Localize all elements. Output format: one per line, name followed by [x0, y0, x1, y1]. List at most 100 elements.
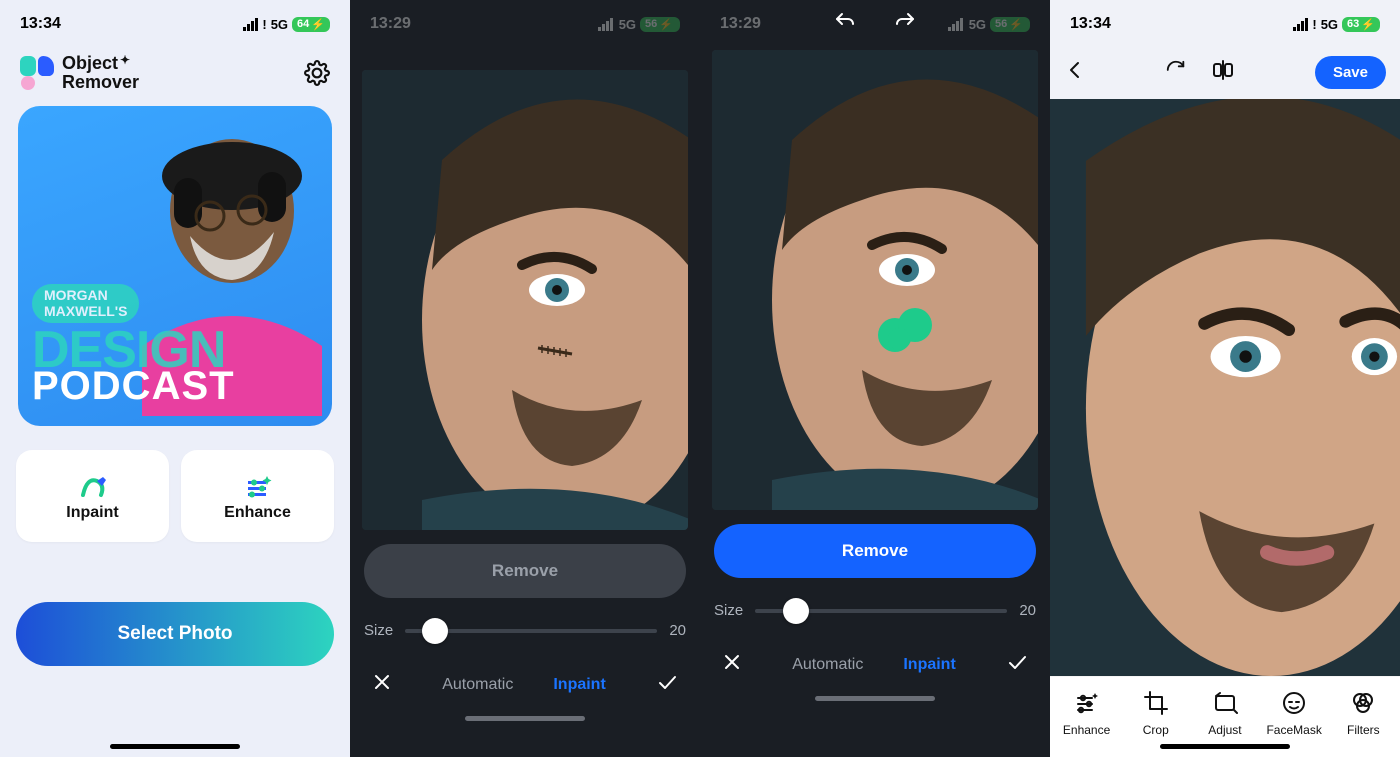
- confirm-icon[interactable]: [650, 667, 684, 702]
- hero-card[interactable]: MORGANMAXWELL'S DESIGN PODCAST: [18, 106, 332, 426]
- size-slider[interactable]: [755, 609, 1007, 613]
- remove-label: Remove: [842, 541, 908, 561]
- photo-face: [362, 70, 688, 530]
- mode-tabs: Automatic Inpaint: [442, 676, 606, 694]
- hero-title-design: DESIGN: [32, 327, 318, 374]
- hero-subtitle: MORGANMAXWELL'S: [32, 284, 139, 323]
- app-name: Object✦ Remover: [62, 54, 139, 92]
- signal-alert-icon: !: [262, 17, 266, 32]
- tool-crop[interactable]: Crop: [1124, 689, 1188, 737]
- size-row: Size 20: [364, 622, 686, 639]
- compare-icon[interactable]: [1211, 59, 1235, 86]
- tool-label: FaceMask: [1266, 723, 1321, 737]
- status-right: ! 5G 63⚡: [1293, 17, 1380, 32]
- status-bar: 13:34 ! 5G 63⚡: [1050, 0, 1400, 44]
- redo-icon[interactable]: [893, 10, 917, 39]
- tool-enhance[interactable]: Enhance: [1055, 689, 1119, 737]
- tool-label: Filters: [1347, 723, 1380, 737]
- home-indicator[interactable]: [110, 744, 240, 749]
- mode-row: Automatic Inpaint: [364, 667, 686, 712]
- tool-adjust[interactable]: Adjust: [1193, 689, 1257, 737]
- tool-label: Crop: [1143, 723, 1169, 737]
- app-header: Object✦ Remover: [0, 44, 350, 100]
- tool-facemask[interactable]: FaceMask: [1262, 689, 1326, 737]
- status-time: 13:29: [370, 15, 411, 33]
- close-icon[interactable]: [366, 668, 398, 701]
- status-bar: 13:29 5G 56⚡: [350, 0, 700, 44]
- hero-text-overlay: MORGANMAXWELL'S DESIGN PODCAST: [32, 284, 318, 404]
- tab-inpaint[interactable]: Inpaint: [903, 656, 955, 674]
- canvas[interactable]: [362, 70, 688, 530]
- enhance-icon: [242, 470, 274, 504]
- remove-button[interactable]: Remove: [714, 524, 1036, 578]
- mode-tabs: Automatic Inpaint: [792, 656, 956, 674]
- size-value: 20: [1019, 602, 1036, 619]
- canvas[interactable]: [712, 50, 1038, 510]
- home-indicator[interactable]: [1160, 744, 1290, 749]
- slider-thumb[interactable]: [783, 598, 809, 624]
- size-value: 20: [669, 622, 686, 639]
- editor-screen-active: 13:29 5G 56⚡ Remove: [700, 0, 1050, 757]
- undo-icon[interactable]: [833, 10, 857, 39]
- editor-controls: Remove Size 20 Automatic Inpaint: [700, 510, 1050, 757]
- back-icon[interactable]: [1064, 59, 1086, 86]
- tab-automatic[interactable]: Automatic: [792, 656, 863, 674]
- battery-icon: 64⚡: [292, 17, 330, 32]
- tool-filters[interactable]: Filters: [1331, 689, 1395, 737]
- adjust-icon: [1211, 689, 1239, 717]
- remove-label: Remove: [492, 561, 558, 581]
- editor-nav: Save: [1050, 44, 1400, 99]
- editor-screen-disabled: 13:29 5G 56⚡ Remove Size 20: [350, 0, 700, 757]
- signal-icon: [243, 18, 258, 31]
- network-type: 5G: [619, 17, 636, 32]
- status-bar: 13:34 ! 5G 64⚡: [0, 0, 350, 44]
- save-label: Save: [1333, 64, 1368, 81]
- enhance-icon: [1073, 689, 1101, 717]
- confirm-icon[interactable]: [1000, 647, 1034, 682]
- canvas[interactable]: [1050, 99, 1400, 676]
- size-label: Size: [714, 602, 743, 619]
- app-logo-icon: [20, 56, 54, 90]
- inpaint-card[interactable]: Inpaint: [16, 450, 169, 542]
- battery-icon: 63⚡: [1342, 17, 1380, 32]
- network-type: 5G: [1321, 17, 1338, 32]
- tool-label: Enhance: [1063, 723, 1110, 737]
- inpaint-label: Inpaint: [66, 504, 118, 522]
- sparkle-icon: ✦: [120, 53, 130, 67]
- filters-icon: [1349, 689, 1377, 717]
- size-label: Size: [364, 622, 393, 639]
- settings-icon[interactable]: [304, 60, 330, 86]
- inpaint-icon: [77, 470, 109, 504]
- slider-thumb[interactable]: [422, 618, 448, 644]
- home-indicator[interactable]: [815, 696, 935, 701]
- tab-automatic[interactable]: Automatic: [442, 676, 513, 694]
- app-logo: Object✦ Remover: [20, 54, 139, 92]
- enhance-label: Enhance: [224, 504, 291, 522]
- save-button[interactable]: Save: [1315, 56, 1386, 89]
- status-time: 13:34: [1070, 15, 1111, 33]
- mode-row: Automatic Inpaint: [714, 647, 1036, 692]
- remove-button[interactable]: Remove: [364, 544, 686, 598]
- tool-label: Adjust: [1208, 723, 1241, 737]
- status-right: ! 5G 64⚡: [243, 17, 330, 32]
- photo-face: [1050, 99, 1400, 676]
- status-time: 13:34: [20, 15, 61, 33]
- undo-redo-bar: [700, 10, 1050, 39]
- signal-icon: [1293, 18, 1308, 31]
- reload-icon[interactable]: [1165, 59, 1187, 86]
- size-slider[interactable]: [405, 629, 657, 633]
- photo-face: [712, 50, 1038, 510]
- editor-controls: Remove Size 20 Automatic Inpaint: [350, 530, 700, 757]
- close-icon[interactable]: [716, 648, 748, 681]
- enhance-card[interactable]: Enhance: [181, 450, 334, 542]
- signal-icon: [598, 18, 613, 31]
- select-photo-button[interactable]: Select Photo: [16, 602, 334, 666]
- facemask-icon: [1280, 689, 1308, 717]
- battery-icon: 56⚡: [640, 17, 680, 32]
- select-photo-label: Select Photo: [117, 623, 232, 645]
- size-row: Size 20: [714, 602, 1036, 619]
- crop-icon: [1142, 689, 1170, 717]
- tab-inpaint[interactable]: Inpaint: [553, 676, 605, 694]
- home-indicator[interactable]: [465, 716, 585, 721]
- brush-stroke: [888, 328, 910, 350]
